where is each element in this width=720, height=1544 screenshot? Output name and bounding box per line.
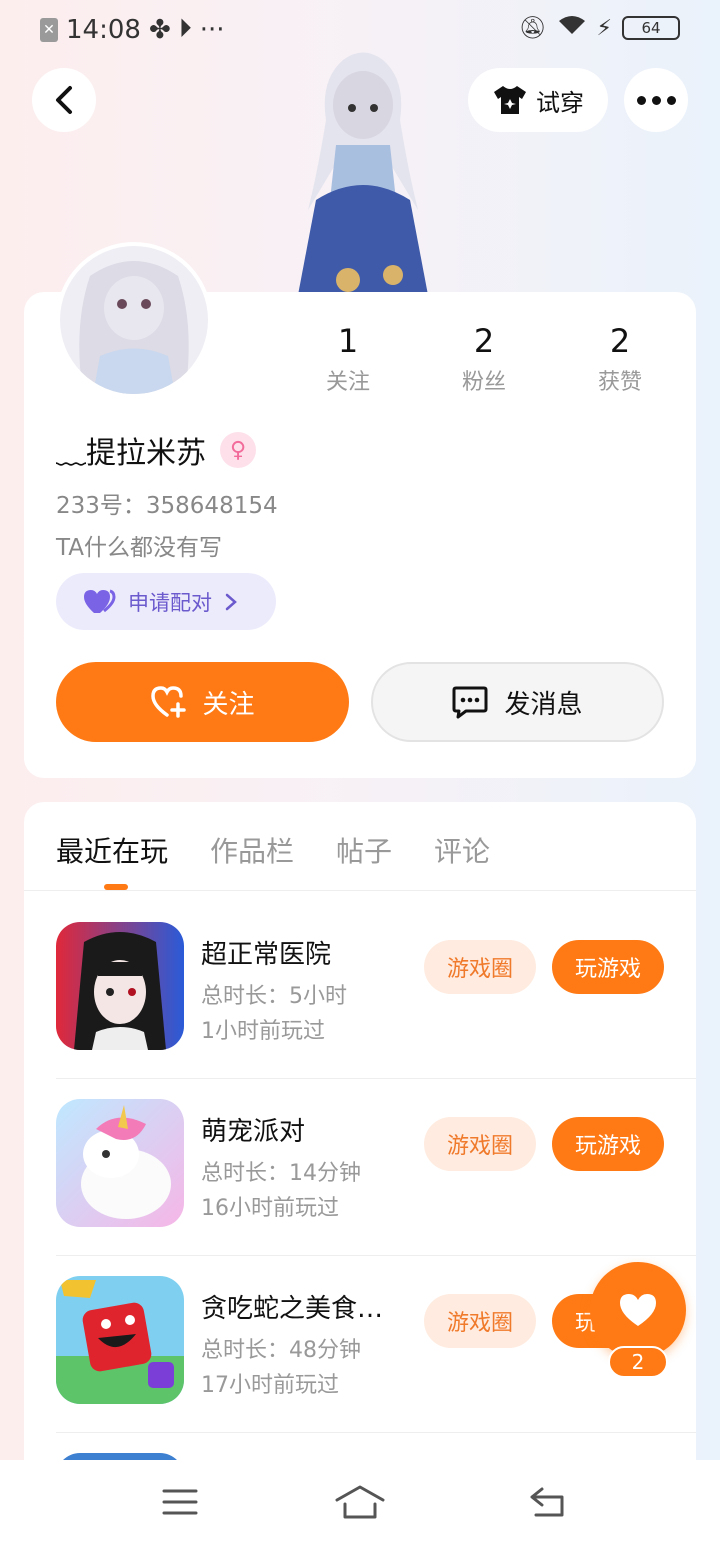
tab-comments[interactable]: 评论 — [434, 830, 490, 870]
tab-recent-play[interactable]: 最近在玩 — [56, 830, 168, 870]
game-duration: 总时长：5小时 — [201, 984, 347, 1009]
back-arrow-icon — [530, 1487, 564, 1517]
charging-icon: ⚡ — [596, 15, 612, 41]
pair-label: 申请配对 — [128, 590, 212, 615]
game-icon[interactable] — [56, 1276, 184, 1404]
recent-games-card: 最近在玩 作品栏 帖子 评论 超正常医院 总时长：5小时 1小时前玩过 游戏圈 … — [24, 802, 696, 1544]
game-circle-button[interactable]: 游戏圈 — [424, 1117, 536, 1171]
divider — [24, 890, 696, 891]
message-label: 发消息 — [504, 689, 583, 720]
battery-icon: 64 — [622, 16, 680, 40]
more-icon — [636, 95, 676, 105]
bio: TA什么都没有写 — [56, 535, 222, 561]
game-duration: 总时长：48分钟 — [201, 1338, 361, 1363]
stat-label: 粉丝 — [461, 370, 506, 395]
like-button[interactable] — [590, 1262, 686, 1358]
stat-following[interactable]: 1 关注 — [280, 320, 416, 396]
shirt-icon — [494, 86, 526, 114]
status-time: 14:08 — [66, 14, 141, 45]
game-last-played: 17小时前玩过 — [201, 1373, 339, 1398]
message-button[interactable]: 发消息 — [371, 662, 664, 742]
follow-button[interactable]: 关注 — [56, 662, 349, 742]
heart-pair-icon — [84, 589, 116, 613]
username: ﹏提拉米苏 — [56, 436, 206, 471]
like-count: 2 — [608, 1346, 668, 1378]
profile-stats: 1 关注 2 粉丝 2 获赞 — [280, 320, 690, 396]
avatar-figure[interactable] — [288, 50, 438, 295]
mute-icon: 🔕︎ — [518, 15, 547, 41]
tab-works[interactable]: 作品栏 — [210, 830, 294, 870]
game-circle-button[interactable]: 游戏圈 — [424, 1294, 536, 1348]
chevron-left-icon — [56, 86, 72, 114]
chevron-right-icon — [225, 593, 237, 610]
heart-plus-icon — [151, 686, 187, 718]
user-id[interactable]: 233号：358648154 — [56, 486, 278, 520]
avatar[interactable] — [56, 242, 212, 398]
stat-value: 2 — [609, 322, 631, 360]
fan-icon: ✤ — [148, 14, 171, 45]
follow-label: 关注 — [202, 689, 255, 720]
game-last-played: 1小时前玩过 — [201, 1019, 325, 1044]
stat-label: 获赞 — [597, 370, 642, 395]
system-nav-bar — [0, 1460, 720, 1544]
notification-icon: ✕ — [40, 17, 58, 42]
back-button[interactable] — [32, 68, 96, 132]
game-list-item[interactable]: 超正常医院 总时长：5小时 1小时前玩过 游戏圈 玩游戏 — [56, 902, 696, 1079]
try-on-button[interactable]: 试穿 — [468, 68, 608, 132]
game-list-item[interactable]: 萌宠派对 总时长：14分钟 16小时前玩过 游戏圈 玩游戏 — [56, 1079, 696, 1256]
game-name: 萌宠派对 — [201, 1117, 306, 1147]
game-duration: 总时长：14分钟 — [201, 1161, 361, 1186]
stat-label: 关注 — [325, 370, 370, 395]
more-status-icon: ··· — [199, 14, 225, 45]
more-button[interactable] — [624, 68, 688, 132]
pair-request-button[interactable]: 申请配对 — [56, 573, 276, 630]
game-circle-button[interactable]: 游戏圈 — [424, 940, 536, 994]
menu-button[interactable] — [150, 1480, 210, 1524]
back-nav-button[interactable] — [518, 1480, 578, 1524]
status-bar: ✕ 14:08 ✤ ⏵ ··· 🔕︎ ⚡ 64 — [0, 0, 720, 56]
stat-fans[interactable]: 2 粉丝 — [416, 320, 552, 396]
play-game-button[interactable]: 玩游戏 — [552, 1117, 664, 1171]
try-on-label: 试穿 — [536, 88, 584, 117]
wifi-icon — [557, 14, 587, 42]
play-icon: ⏵ — [178, 14, 192, 44]
game-icon[interactable] — [56, 922, 184, 1050]
stat-value: 2 — [473, 322, 495, 360]
play-game-button[interactable]: 玩游戏 — [552, 940, 664, 994]
heart-icon — [620, 1294, 656, 1326]
game-name: 超正常医院 — [201, 940, 332, 970]
home-button[interactable] — [330, 1480, 390, 1524]
game-last-played: 16小时前玩过 — [201, 1196, 339, 1221]
tab-posts[interactable]: 帖子 — [336, 830, 392, 870]
home-icon — [335, 1485, 385, 1519]
menu-icon — [162, 1489, 198, 1515]
game-icon[interactable] — [56, 1099, 184, 1227]
game-name: 贪吃蛇之美食… — [201, 1294, 384, 1324]
chat-bubble-icon — [452, 686, 488, 719]
stat-value: 1 — [337, 322, 359, 360]
stat-likes[interactable]: 2 获赞 — [552, 320, 688, 396]
username-row: ﹏提拉米苏 ♀ — [56, 428, 256, 472]
profile-tabs: 最近在玩 作品栏 帖子 评论 — [56, 830, 490, 870]
female-icon: ♀ — [220, 432, 256, 468]
